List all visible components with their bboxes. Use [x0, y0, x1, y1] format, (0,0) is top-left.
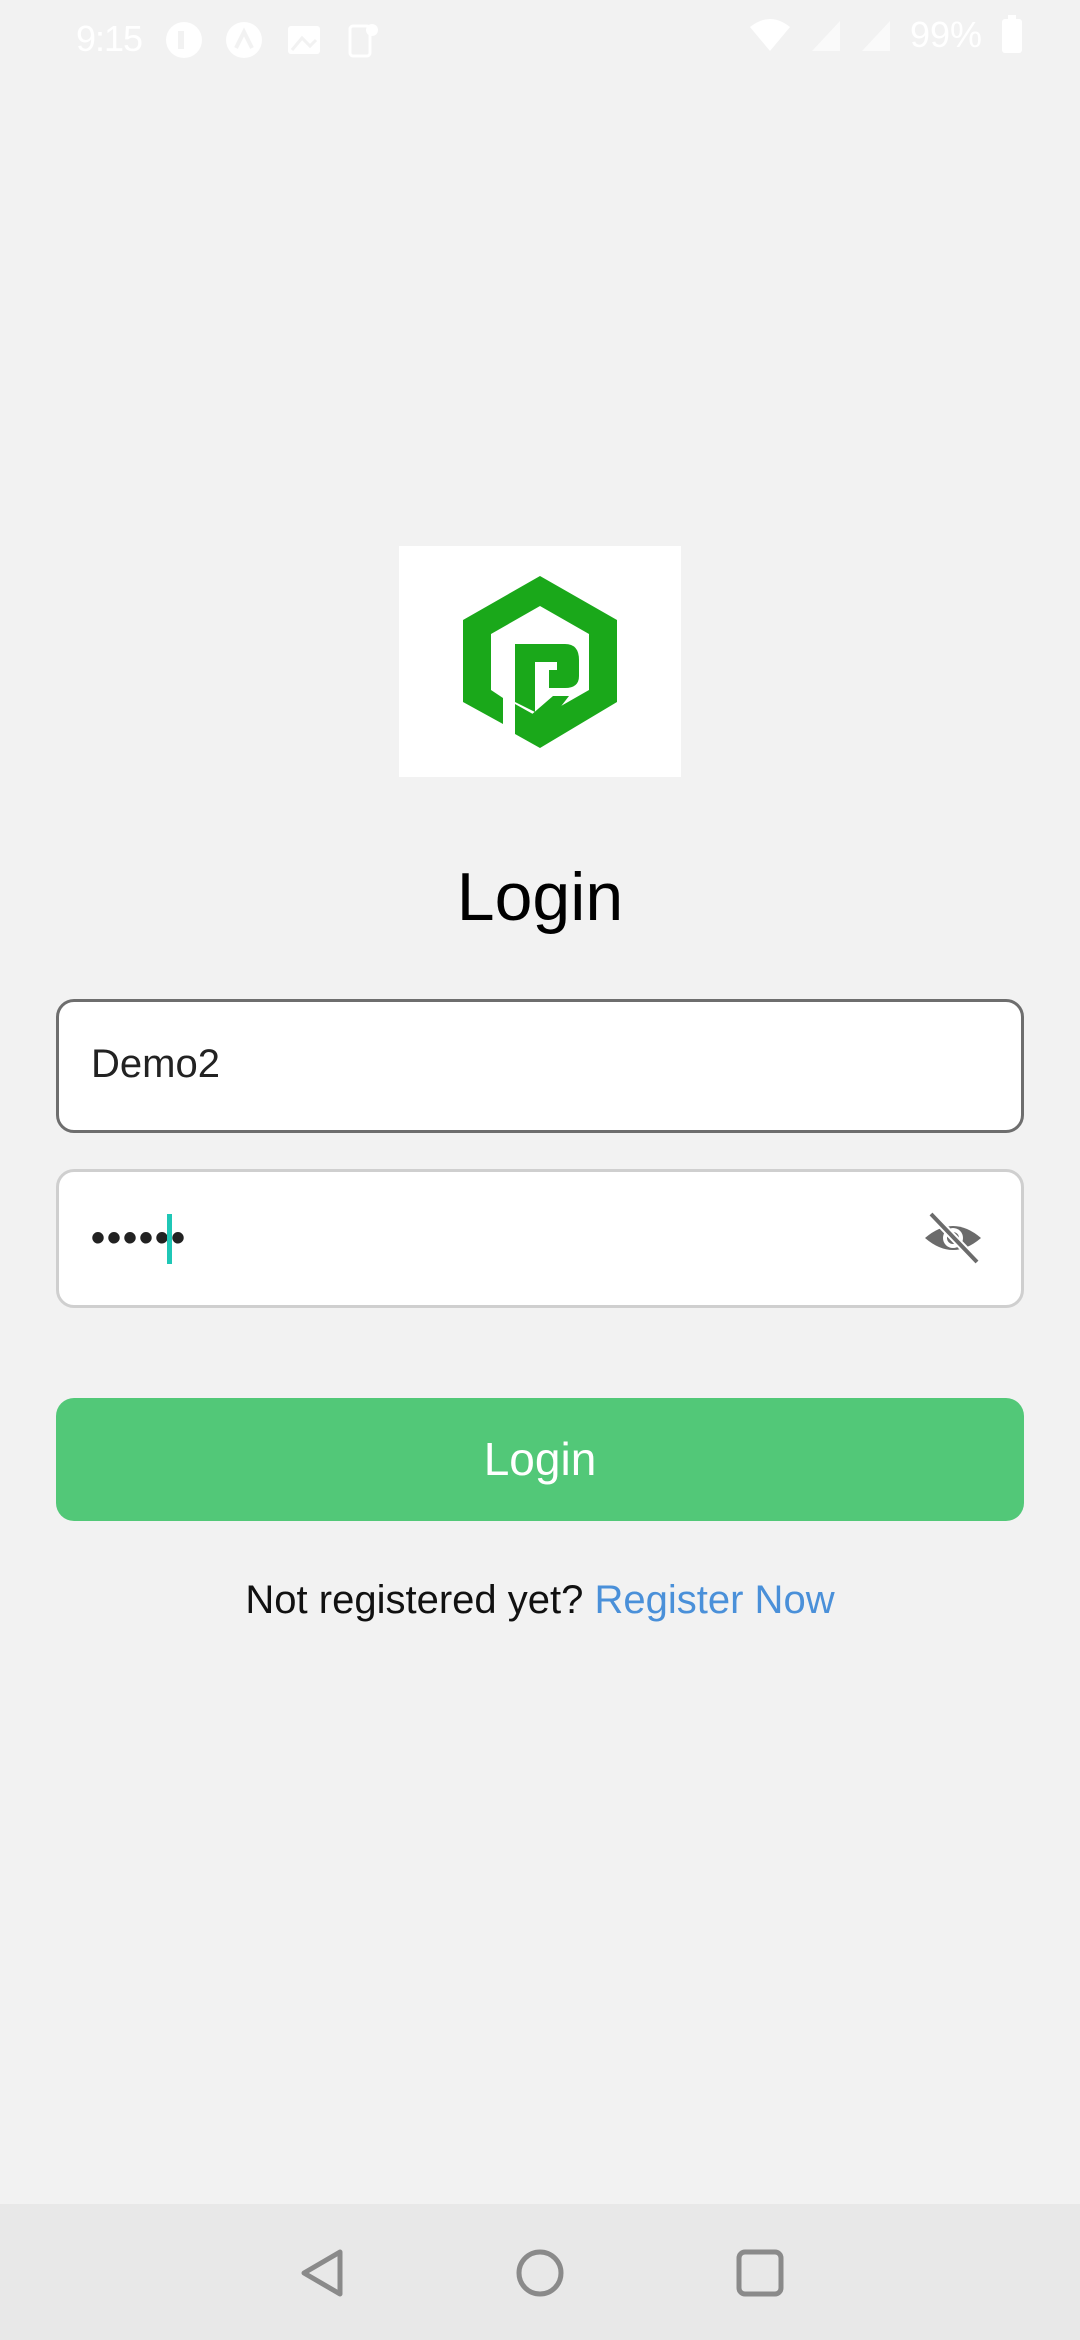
app-logo [399, 546, 681, 777]
register-now-link[interactable]: Register Now [595, 1578, 835, 1622]
status-time: 9:15 [76, 18, 143, 59]
phone-notification-icon [348, 24, 378, 58]
register-prompt-text: Not registered yet? [245, 1578, 584, 1622]
signal-icon [811, 21, 840, 51]
home-icon[interactable] [513, 2246, 567, 2300]
password-field[interactable]: •••••• [56, 1169, 1024, 1308]
text-cursor [167, 1214, 172, 1264]
page-title: Login [456, 859, 624, 935]
wifi-icon [749, 19, 790, 51]
battery-percent: 99% [909, 14, 982, 55]
app-notification-icon [166, 22, 202, 58]
system-nav-bar [0, 2204, 1080, 2340]
brand-logo-icon [463, 576, 617, 748]
eye-off-icon[interactable] [921, 1210, 985, 1266]
username-value: Demo2 [91, 1042, 220, 1086]
image-notification-icon [288, 26, 320, 54]
login-button[interactable]: Login [56, 1398, 1024, 1521]
password-value: •••••• [91, 1216, 188, 1260]
signal-icon [861, 21, 890, 51]
recents-icon[interactable] [733, 2246, 787, 2300]
back-icon[interactable] [296, 2246, 350, 2300]
app-notification-icon [226, 22, 262, 58]
battery-icon [1002, 15, 1022, 53]
status-bar: 9:15 99% [0, 0, 1080, 80]
username-field[interactable]: Demo2 [56, 999, 1024, 1133]
register-prompt: Not registered yet? Register Now [0, 1578, 1080, 1623]
